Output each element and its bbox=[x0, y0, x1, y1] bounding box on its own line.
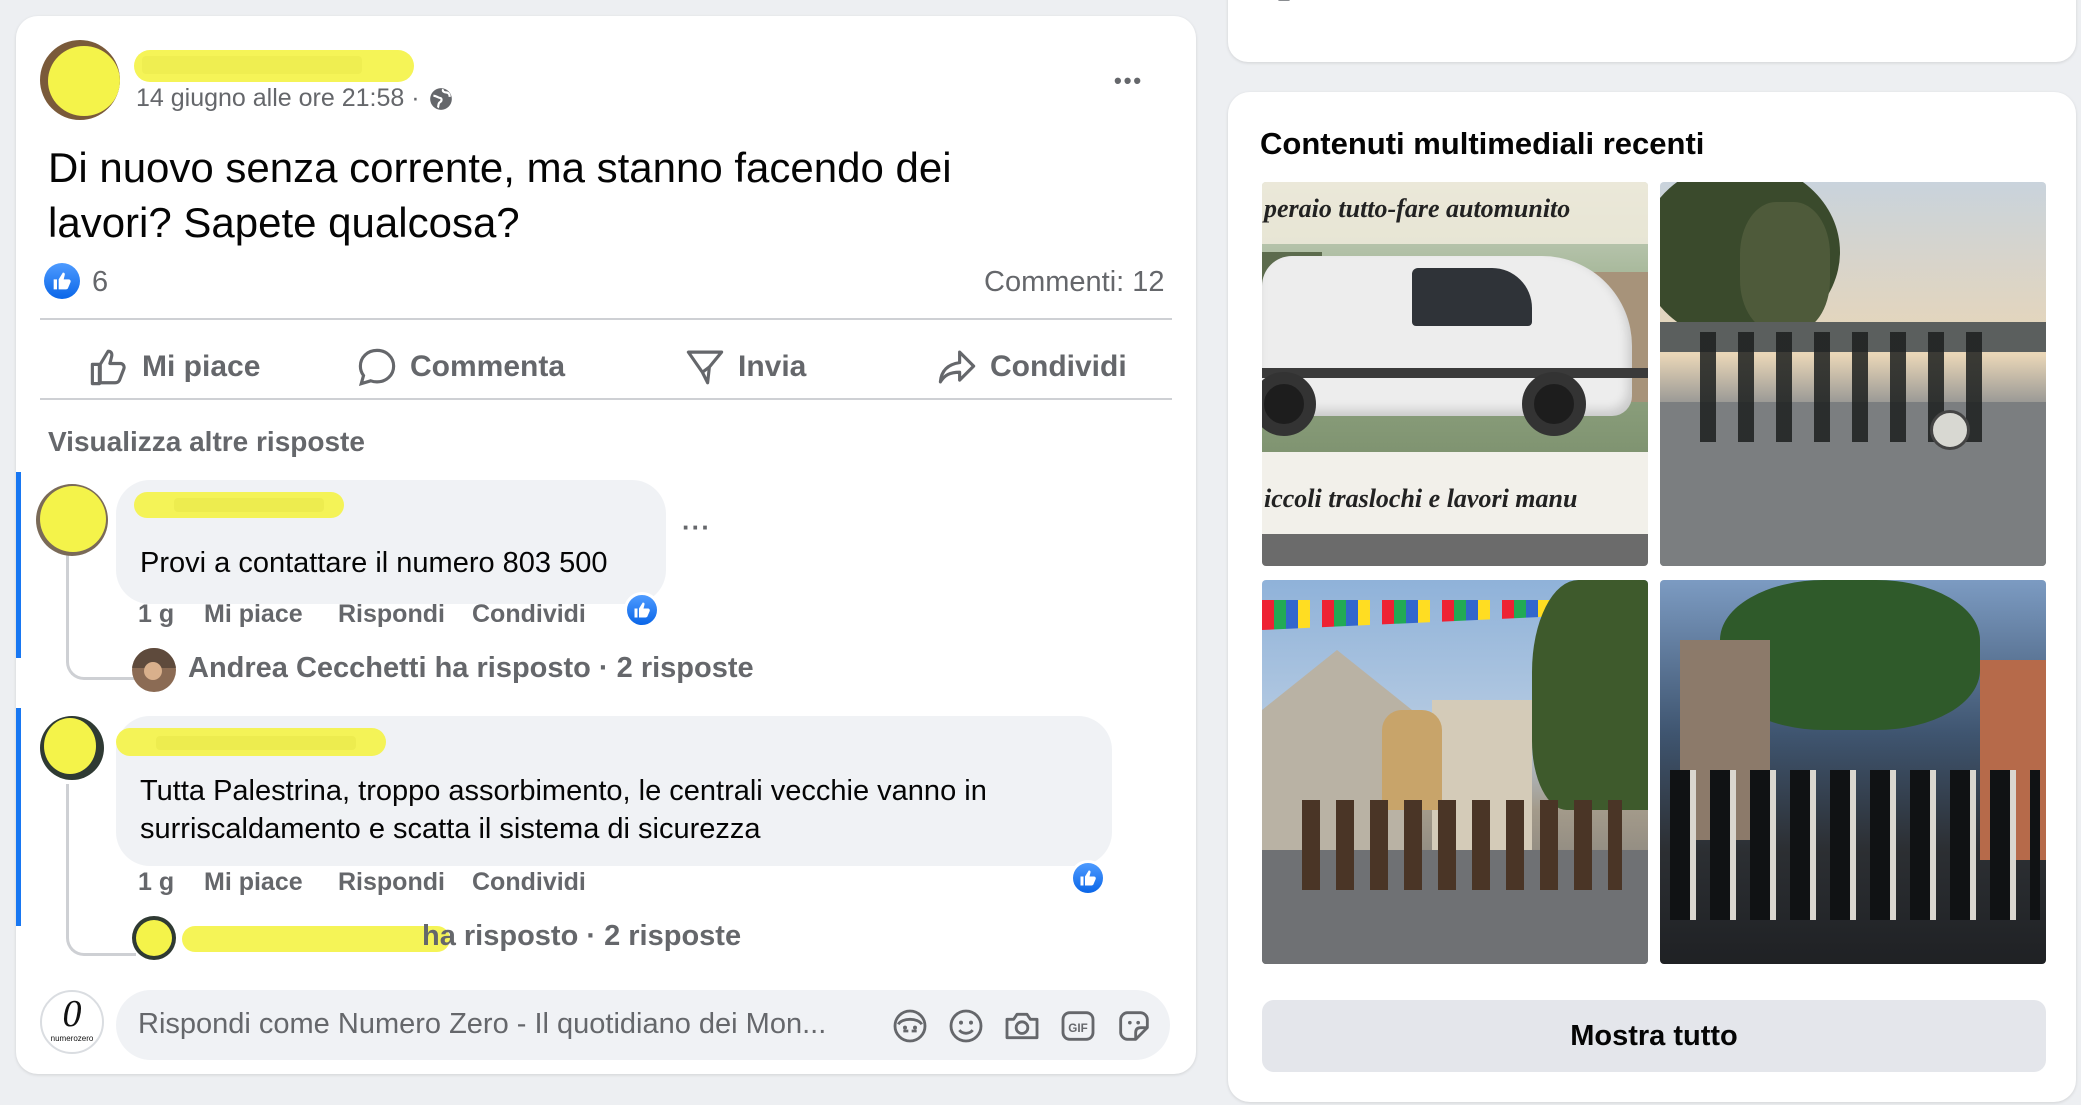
truncated-glyph bbox=[1278, 0, 1290, 1]
comment1-more-button[interactable]: ··· bbox=[682, 512, 711, 543]
page-logo-letter: 0 bbox=[62, 993, 82, 1035]
comment-icon bbox=[358, 348, 396, 386]
comment2-bubble: Tutta Palestrina, troppo assorbimento, l… bbox=[116, 716, 1112, 866]
comment1-share-button[interactable]: Condividi bbox=[472, 600, 586, 629]
divider-bottom bbox=[40, 398, 1172, 400]
commenter2-avatar[interactable] bbox=[40, 716, 104, 780]
comment2-time[interactable]: 1 g bbox=[138, 868, 174, 897]
comment1-accent-bar bbox=[16, 472, 21, 658]
svg-text:GIF: GIF bbox=[1068, 1022, 1087, 1035]
sticker-icon[interactable] bbox=[1114, 1006, 1154, 1046]
post-text: Di nuovo senza corrente, ma stanno facen… bbox=[48, 140, 952, 250]
comment1-bubble: Provi a contattare il numero 803 500 bbox=[116, 480, 666, 604]
comment1-like-button[interactable]: Mi piace bbox=[204, 600, 303, 629]
thumbs-up-icon bbox=[90, 349, 126, 386]
post-text-line1: Di nuovo senza corrente, ma stanno facen… bbox=[48, 144, 952, 191]
commenter1-avatar[interactable] bbox=[36, 484, 108, 556]
comment-button[interactable]: Commenta bbox=[356, 334, 565, 400]
page-logo-avatar[interactable]: 0 numerozero bbox=[40, 990, 104, 1054]
send-label: Invia bbox=[738, 350, 807, 383]
comment2-share-button[interactable]: Condividi bbox=[472, 868, 586, 897]
like-button[interactable]: Mi piace bbox=[88, 334, 260, 400]
comment2-reply-button[interactable]: Rispondi bbox=[338, 868, 445, 897]
share-label: Condividi bbox=[990, 350, 1127, 383]
comment2-reply-summary[interactable]: ha risposto · 2 risposte bbox=[422, 920, 741, 953]
media-photo-band-night[interactable] bbox=[1660, 580, 2046, 964]
show-all-button[interactable]: Mostra tutto bbox=[1262, 1000, 2046, 1072]
reply1-avatar[interactable] bbox=[132, 648, 176, 692]
send-icon bbox=[686, 350, 724, 385]
like-reaction-icon[interactable] bbox=[44, 263, 80, 299]
post-more-button[interactable]: ••• bbox=[1114, 68, 1143, 94]
comment2-text-line2: surriscaldamento e scatta il sistema di … bbox=[140, 813, 761, 845]
media-photo-van[interactable]: peraio tutto-fare automunito iccoli tras… bbox=[1262, 182, 1648, 566]
comment-label: Commenta bbox=[410, 350, 566, 383]
share-icon bbox=[938, 350, 976, 384]
author-name-redacted[interactable] bbox=[134, 48, 414, 82]
divider-top bbox=[40, 318, 1172, 320]
reply-input-placeholder[interactable]: Rispondi come Numero Zero - Il quotidian… bbox=[138, 1008, 826, 1041]
globe-icon bbox=[429, 87, 452, 110]
sidebar-card-top bbox=[1228, 0, 2076, 62]
commenter2-name-redacted[interactable] bbox=[116, 728, 386, 756]
comment1-text: Provi a contattare il numero 803 500 bbox=[140, 547, 608, 579]
comments-count[interactable]: Commenti: 12 bbox=[984, 266, 1165, 299]
reply2-name-redacted[interactable] bbox=[182, 920, 450, 954]
like-label: Mi piace bbox=[142, 350, 261, 383]
comment2-like-button[interactable]: Mi piace bbox=[204, 868, 303, 897]
media-title: Contenuti multimediali recenti bbox=[1260, 126, 1705, 161]
media-photo-procession[interactable] bbox=[1262, 580, 1648, 964]
comment2-text: Tutta Palestrina, troppo assorbimento, l… bbox=[140, 772, 987, 848]
emoji-icon[interactable] bbox=[946, 1006, 986, 1046]
reply2-avatar[interactable] bbox=[132, 916, 176, 960]
comment1-reply-summary[interactable]: Andrea Cecchetti ha risposto · 2 rispost… bbox=[188, 652, 754, 685]
comment2-text-line1: Tutta Palestrina, troppo assorbimento, l… bbox=[140, 775, 987, 807]
post-text-line2: lavori? Sapete qualcosa? bbox=[48, 199, 520, 246]
share-button[interactable]: Condividi bbox=[936, 334, 1127, 400]
post-card: 14 giugno alle ore 21:58 · ••• Di nuovo … bbox=[16, 16, 1196, 1074]
camera-icon[interactable] bbox=[1002, 1006, 1042, 1046]
media-photo-band-sunset[interactable] bbox=[1660, 182, 2046, 566]
avatar-sticker-icon[interactable] bbox=[890, 1006, 930, 1046]
page-logo-caption: numerozero bbox=[50, 1034, 94, 1043]
post-timestamp[interactable]: 14 giugno alle ore 21:58 · bbox=[136, 84, 454, 113]
comment2-accent-bar bbox=[16, 708, 21, 926]
comment1-like-badge-icon[interactable] bbox=[624, 592, 660, 628]
comment1-reply-button[interactable]: Rispondi bbox=[338, 600, 445, 629]
photo1-caption-bottom: iccoli traslochi e lavori manu bbox=[1264, 484, 1578, 513]
like-count[interactable]: 6 bbox=[92, 266, 108, 299]
reply-input[interactable]: Rispondi come Numero Zero - Il quotidian… bbox=[116, 990, 1170, 1060]
gif-icon[interactable]: GIF bbox=[1058, 1006, 1098, 1046]
commenter1-name-redacted[interactable] bbox=[134, 492, 354, 518]
comment2-like-badge-icon[interactable] bbox=[1070, 860, 1106, 896]
recent-media-card: Contenuti multimediali recenti peraio tu… bbox=[1228, 92, 2076, 1102]
show-all-label: Mostra tutto bbox=[1570, 1019, 1738, 1052]
comment1-time[interactable]: 1 g bbox=[138, 600, 174, 629]
view-more-replies[interactable]: Visualizza altre risposte bbox=[48, 426, 365, 458]
photo1-caption-top: peraio tutto-fare automunito bbox=[1264, 194, 1571, 223]
timestamp-text[interactable]: 14 giugno alle ore 21:58 · bbox=[136, 84, 420, 113]
author-avatar[interactable] bbox=[40, 40, 120, 120]
send-button[interactable]: Invia bbox=[684, 334, 806, 400]
